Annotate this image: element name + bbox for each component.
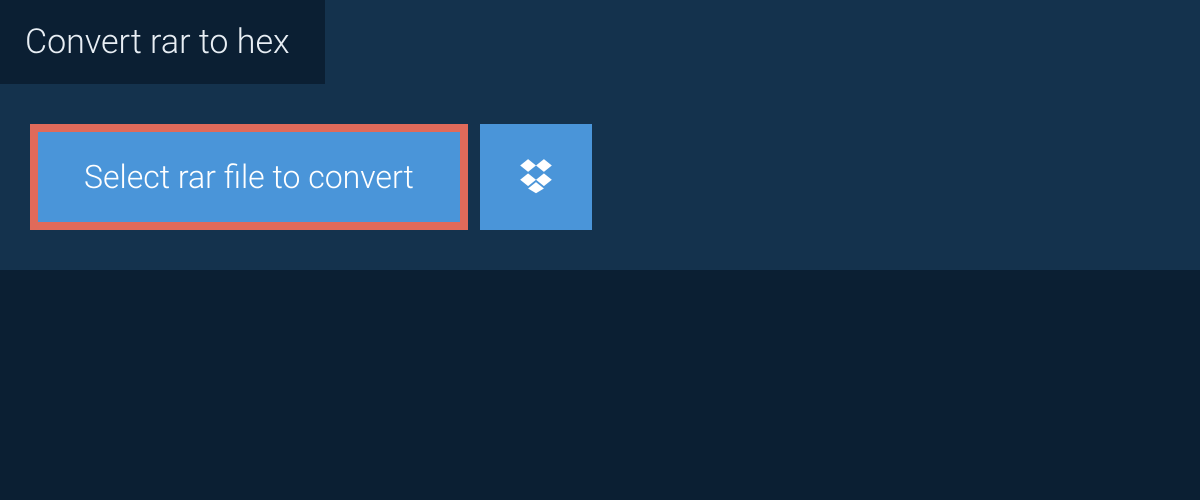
tab-convert[interactable]: Convert rar to hex [0, 0, 325, 84]
converter-panel: Convert rar to hex Select rar file to co… [0, 0, 1200, 270]
tab-title: Convert rar to hex [25, 22, 290, 62]
dropbox-button[interactable] [480, 124, 592, 230]
select-file-label: Select rar file to convert [84, 158, 414, 196]
action-row: Select rar file to convert [30, 124, 1200, 230]
select-file-button[interactable]: Select rar file to convert [30, 124, 468, 230]
dropbox-icon [517, 156, 555, 198]
